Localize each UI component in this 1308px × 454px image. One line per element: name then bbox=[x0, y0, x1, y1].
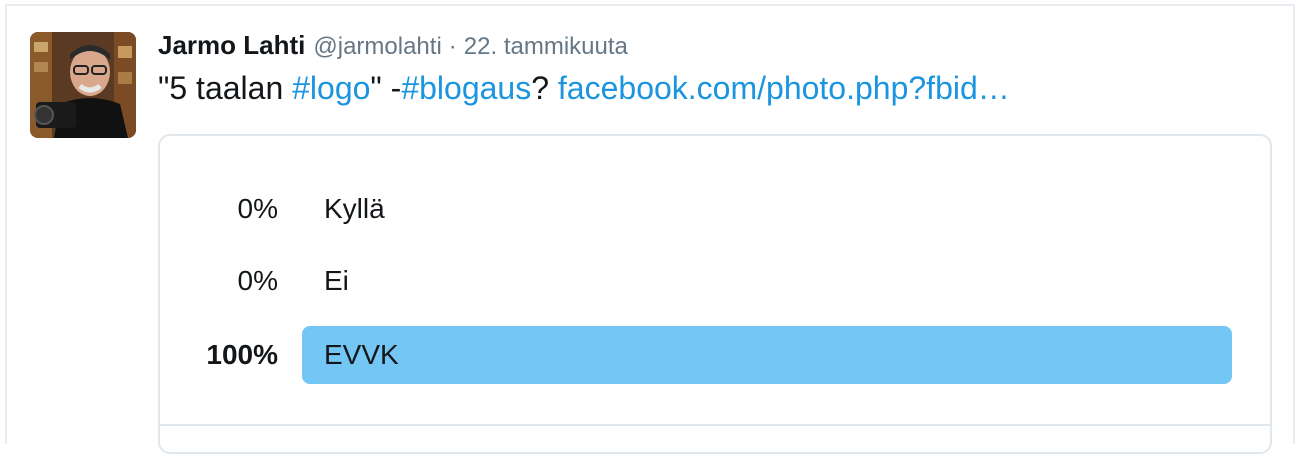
poll-option-label-kylla: Kyllä bbox=[324, 193, 385, 224]
author-name[interactable]: Jarmo Lahti bbox=[158, 30, 305, 61]
poll-card: 0% Kyllä 0% Ei 100% EVVK bbox=[158, 134, 1272, 454]
tweet-timestamp[interactable]: 22. tammikuuta bbox=[464, 33, 628, 61]
avatar-image bbox=[30, 32, 136, 138]
author-handle[interactable]: @jarmolahti bbox=[313, 33, 441, 61]
tweet-header: Jarmo Lahti @jarmolahti · 22. tammikuuta bbox=[158, 30, 628, 64]
avatar[interactable] bbox=[30, 32, 136, 138]
poll-percent-kylla: 0% bbox=[237, 193, 278, 224]
tweet-link[interactable]: facebook.com/photo.php?fbid… bbox=[558, 70, 1010, 106]
poll-bar-evvk bbox=[302, 326, 1232, 384]
poll-option-label-ei: Ei bbox=[324, 265, 349, 296]
poll-card-divider bbox=[160, 424, 1270, 426]
tweet-text-mid: " - bbox=[370, 70, 402, 106]
poll-option-label-evvk: EVVK bbox=[324, 339, 399, 370]
poll-percent-evvk: 100% bbox=[206, 339, 278, 370]
tweet-text-prefix: "5 taalan bbox=[158, 70, 293, 106]
tweet-text-question: ? bbox=[531, 70, 558, 106]
poll-option-evvk: EVVK bbox=[302, 326, 1232, 384]
hashtag-blogaus[interactable]: #blogaus bbox=[401, 70, 531, 106]
tweet-text: "5 taalan #logo" -#blogaus? facebook.com… bbox=[158, 70, 1010, 107]
hashtag-logo[interactable]: #logo bbox=[292, 70, 370, 106]
poll-percent-ei: 0% bbox=[237, 265, 278, 296]
poll-option-kylla: Kyllä bbox=[302, 180, 1232, 238]
header-separator: · bbox=[448, 33, 457, 60]
poll-option-ei: Ei bbox=[302, 252, 1232, 310]
